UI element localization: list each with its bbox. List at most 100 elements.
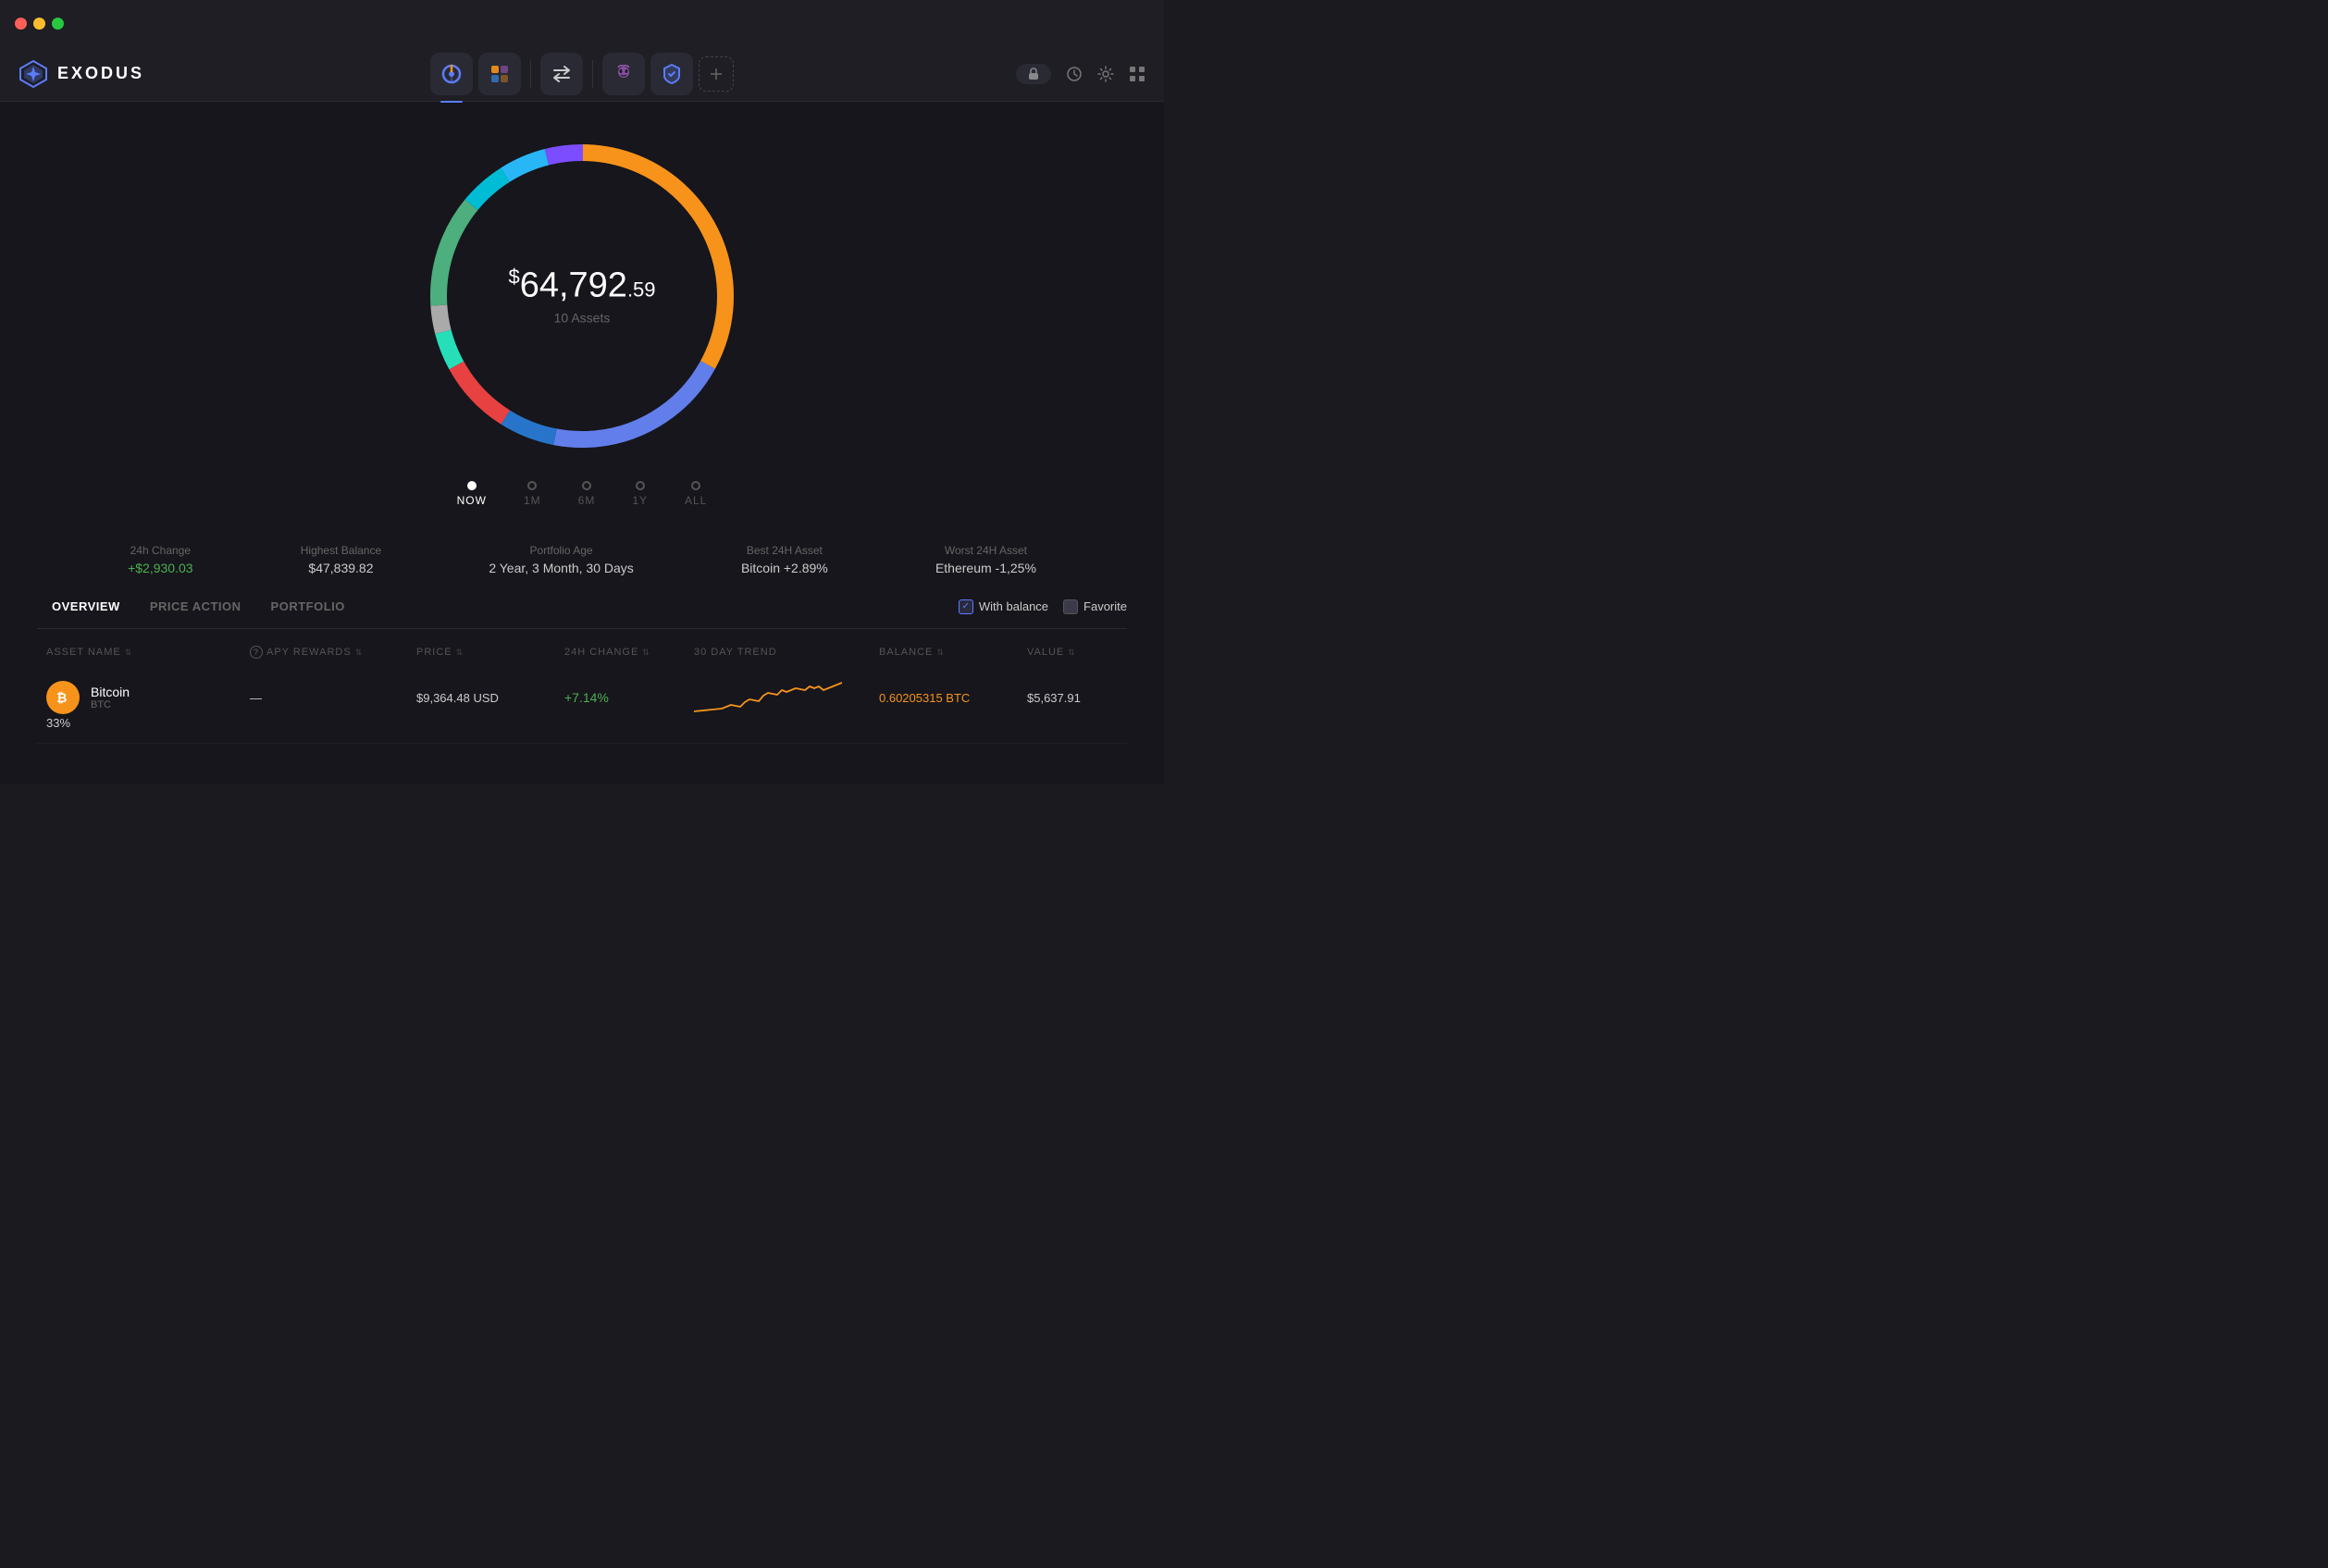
nav-right bbox=[960, 64, 1145, 84]
timeline-dot-6m bbox=[582, 481, 591, 490]
stat-value-highest: $47,839.82 bbox=[301, 561, 381, 575]
minimize-button[interactable] bbox=[33, 18, 45, 30]
traffic-lights bbox=[15, 18, 64, 30]
th-price[interactable]: PRICE ⇅ bbox=[416, 646, 564, 659]
timeline-1y[interactable]: 1Y bbox=[632, 481, 648, 507]
asset-ticker-btc: BTC bbox=[91, 699, 130, 710]
timeline-label-all: ALL bbox=[685, 494, 707, 507]
cell-change-btc: +7.14% bbox=[564, 690, 694, 705]
nav-nft-button[interactable] bbox=[602, 53, 645, 95]
favorite-label: Favorite bbox=[1084, 599, 1127, 613]
filter-favorite[interactable]: Favorite bbox=[1063, 599, 1127, 614]
portfolio-icon bbox=[440, 63, 463, 85]
btc-icon: ₿ bbox=[46, 681, 80, 714]
sort-icon-value: ⇅ bbox=[1068, 648, 1076, 658]
add-icon bbox=[709, 67, 724, 81]
nav-divider-2 bbox=[592, 60, 593, 88]
with-balance-label: With balance bbox=[979, 599, 1048, 613]
lock-toggle[interactable] bbox=[1016, 64, 1051, 84]
stat-highest-balance: Highest Balance $47,839.82 bbox=[301, 544, 381, 575]
timeline-1m[interactable]: 1M bbox=[524, 481, 541, 507]
th-24h-change[interactable]: 24H CHANGE ⇅ bbox=[564, 646, 694, 659]
stat-24h-change: 24h Change +$2,930.03 bbox=[128, 544, 192, 575]
stat-portfolio-age: Portfolio Age 2 Year, 3 Month, 30 Days bbox=[489, 544, 633, 575]
tab-price-action[interactable]: PRICE ACTION bbox=[135, 594, 256, 619]
history-button[interactable] bbox=[1066, 66, 1083, 82]
sparkline-btc bbox=[694, 679, 879, 716]
lock-icon bbox=[1027, 68, 1040, 80]
timeline-dot-1m bbox=[527, 481, 537, 490]
stats-row: 24h Change +$2,930.03 Highest Balance $4… bbox=[37, 544, 1127, 575]
cell-balance-btc: 0.60205315 BTC bbox=[879, 691, 1027, 705]
with-balance-checkbox[interactable]: ✓ bbox=[959, 599, 973, 614]
stat-best-asset: Best 24H Asset Bitcoin +2.89% bbox=[741, 544, 828, 575]
filter-with-balance[interactable]: ✓ With balance bbox=[959, 599, 1048, 614]
nav-exchange-button[interactable] bbox=[540, 53, 583, 95]
donut-center: $64,792.59 10 Assets bbox=[508, 267, 655, 326]
timeline-label-1m: 1M bbox=[524, 494, 541, 507]
sort-icon-change: ⇅ bbox=[642, 648, 650, 658]
main-content: $64,792.59 10 Assets NOW 1M 6M 1Y bbox=[0, 102, 1164, 784]
close-button[interactable] bbox=[15, 18, 27, 30]
asset-name-btc: Bitcoin bbox=[91, 685, 130, 699]
nft-icon bbox=[613, 63, 635, 85]
stat-label-24h: 24h Change bbox=[128, 544, 192, 557]
stat-value-age: 2 Year, 3 Month, 30 Days bbox=[489, 561, 633, 575]
settings-icon bbox=[1097, 66, 1114, 82]
nav-center bbox=[204, 53, 960, 95]
timeline-all[interactable]: ALL bbox=[685, 481, 707, 507]
chart-area: $64,792.59 10 Assets NOW 1M 6M 1Y bbox=[37, 102, 1127, 516]
portfolio-amount: $64,792.59 bbox=[508, 267, 655, 303]
grid-icon bbox=[1129, 66, 1145, 82]
timeline-dot-1y bbox=[636, 481, 645, 490]
cell-portfolio-btc: 33% bbox=[46, 716, 250, 730]
help-icon-apy[interactable]: ? bbox=[250, 646, 263, 659]
table-header: ASSET NAME ⇅ ? APY REWARDS ⇅ PRICE ⇅ 24H… bbox=[37, 638, 1127, 666]
nav-divider bbox=[530, 60, 531, 88]
timeline-now[interactable]: NOW bbox=[457, 481, 487, 507]
assets-count: 10 Assets bbox=[508, 310, 655, 325]
th-asset-name[interactable]: ASSET NAME ⇅ bbox=[46, 646, 250, 659]
stat-worst-asset: Worst 24H Asset Ethereum -1,25% bbox=[935, 544, 1036, 575]
grid-button[interactable] bbox=[1129, 66, 1145, 82]
th-apy-rewards[interactable]: ? APY REWARDS ⇅ bbox=[250, 646, 416, 659]
logo-text: EXODUS bbox=[57, 64, 144, 83]
timeline-6m[interactable]: 6M bbox=[578, 481, 596, 507]
timeline-dot-now bbox=[467, 481, 477, 490]
stat-value-best: Bitcoin +2.89% bbox=[741, 561, 828, 575]
tabs-row: OVERVIEW PRICE ACTION PORTFOLIO ✓ With b… bbox=[37, 594, 1127, 629]
bitcoin-symbol: ₿ bbox=[54, 688, 72, 707]
timeline-label-6m: 6M bbox=[578, 494, 596, 507]
sparkline-svg-btc bbox=[694, 679, 842, 716]
sort-icon-apy: ⇅ bbox=[355, 648, 364, 658]
timeline-label-now: NOW bbox=[457, 494, 487, 507]
nav-security-button[interactable] bbox=[650, 53, 693, 95]
sort-icon-price: ⇅ bbox=[456, 648, 464, 658]
th-balance[interactable]: BALANCE ⇅ bbox=[879, 646, 1027, 659]
sort-icon-balance: ⇅ bbox=[936, 648, 945, 658]
th-value[interactable]: VALUE ⇅ bbox=[1027, 646, 1157, 659]
table-row[interactable]: ₿ Bitcoin BTC — $9,364.48 USD +7.14% 0.6… bbox=[37, 666, 1127, 744]
nav-portfolio-button[interactable] bbox=[430, 53, 473, 95]
sort-icon-asset: ⇅ bbox=[125, 648, 133, 658]
asset-cell-btc: ₿ Bitcoin BTC bbox=[46, 681, 250, 714]
timeline-dot-all bbox=[691, 481, 700, 490]
security-icon bbox=[661, 63, 683, 85]
favorite-checkbox[interactable] bbox=[1063, 599, 1078, 614]
tab-portfolio[interactable]: PORTFOLIO bbox=[256, 594, 360, 619]
timeline-label-1y: 1Y bbox=[632, 494, 648, 507]
exodus-logo-icon bbox=[19, 59, 48, 89]
settings-button[interactable] bbox=[1097, 66, 1114, 82]
stat-label-age: Portfolio Age bbox=[489, 544, 633, 557]
cell-price-btc: $9,364.48 USD bbox=[416, 691, 564, 705]
stat-value-24h: +$2,930.03 bbox=[128, 561, 192, 575]
th-30-day-trend: 30 DAY TREND bbox=[694, 646, 879, 659]
apps-icon bbox=[489, 63, 511, 85]
tab-overview[interactable]: OVERVIEW bbox=[37, 594, 135, 619]
nav-apps-button[interactable] bbox=[478, 53, 521, 95]
exchange-icon bbox=[551, 63, 573, 85]
stat-label-worst: Worst 24H Asset bbox=[935, 544, 1036, 557]
maximize-button[interactable] bbox=[52, 18, 64, 30]
nav-add-button[interactable] bbox=[699, 56, 734, 92]
svg-text:₿: ₿ bbox=[56, 690, 67, 705]
